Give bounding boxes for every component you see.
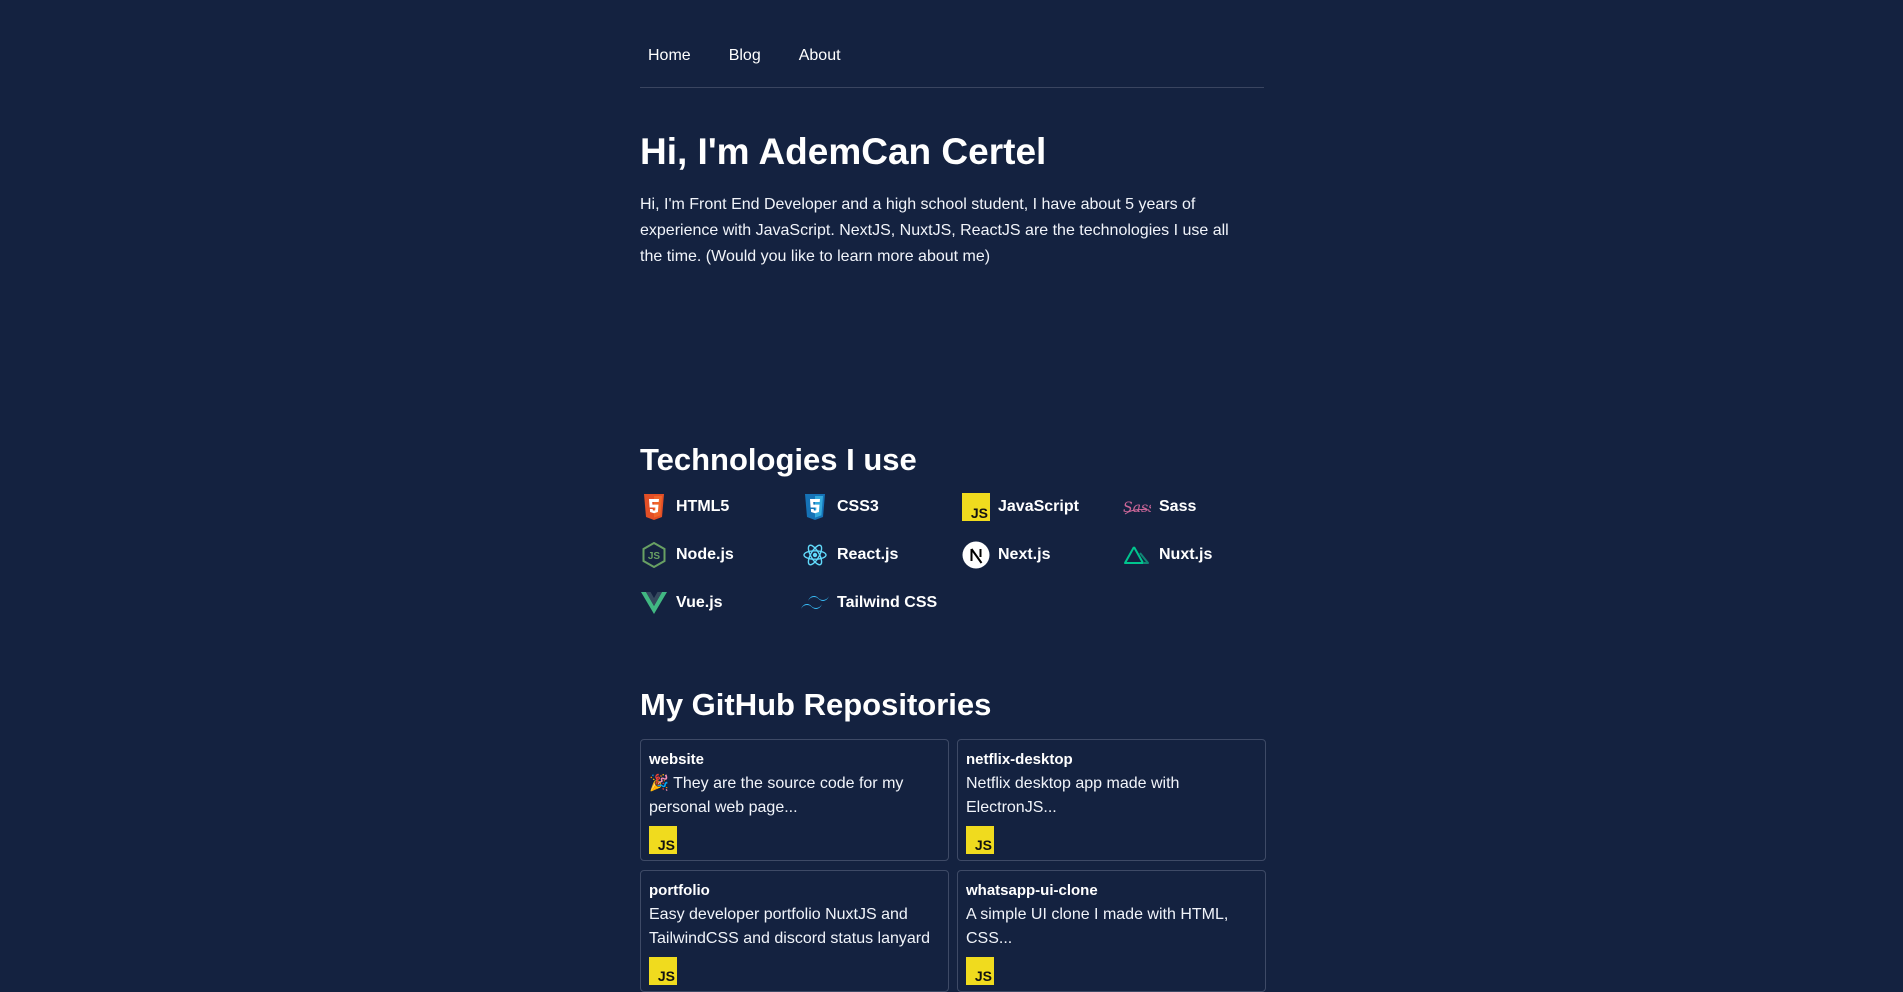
nodejs-icon: JS <box>640 541 668 569</box>
repo-name: netflix-desktop <box>966 751 1073 768</box>
tech-label: Node.js <box>676 545 734 563</box>
tech-label: HTML5 <box>676 497 730 515</box>
tech-item-react: React.js <box>801 540 962 569</box>
svg-text:Sass: Sass <box>1123 500 1151 516</box>
tech-label: React.js <box>837 545 899 563</box>
tech-label: JavaScript <box>998 497 1079 515</box>
tech-label: Vue.js <box>676 593 723 611</box>
repo-name: website <box>649 751 705 768</box>
vuejs-icon <box>640 589 668 617</box>
tech-item-tailwind: Tailwind CSS <box>801 588 962 617</box>
repo-name: portfolio <box>649 882 710 899</box>
javascript-icon: JS <box>966 826 994 854</box>
svg-text:JS: JS <box>971 505 988 521</box>
tech-item-nodejs: JS Node.js <box>640 540 801 569</box>
nav-link-home[interactable]: Home <box>640 46 699 66</box>
javascript-icon: JS <box>966 957 994 985</box>
repo-description: Netflix desktop app made with ElectronJS… <box>966 775 1180 816</box>
repo-card-portfolio[interactable]: portfolio Easy developer portfolio NuxtJ… <box>640 870 949 992</box>
hero-title: Hi, I'm AdemCan Certel <box>640 131 1047 172</box>
repo-description: A simple UI clone I made with HTML, CSS.… <box>966 906 1229 947</box>
react-icon <box>801 541 829 569</box>
tech-item-nuxtjs: Nuxt.js <box>1123 540 1264 569</box>
css3-icon <box>801 493 829 521</box>
tech-item-css3: CSS3 <box>801 492 962 521</box>
javascript-icon: JS <box>649 826 677 854</box>
tech-label: CSS3 <box>837 497 879 515</box>
nav-link-blog[interactable]: Blog <box>721 46 769 66</box>
tech-label: Tailwind CSS <box>837 593 938 611</box>
tech-item-sass: Sass Sass <box>1123 492 1264 521</box>
repo-name: whatsapp-ui-clone <box>966 882 1098 899</box>
repo-card-netflix-desktop[interactable]: netflix-desktop Netflix desktop app made… <box>957 739 1266 861</box>
hero-description: Hi, I'm Front End Developer and a high s… <box>640 196 1229 265</box>
page-container: Home Blog About Hi, I'm AdemCan Certel H… <box>640 0 1266 992</box>
tech-item-nextjs: Next.js <box>962 540 1123 569</box>
tech-item-html5: HTML5 <box>640 492 801 521</box>
svg-text:JS: JS <box>648 551 661 562</box>
repositories-grid: website 🎉 They are the source code for m… <box>640 739 1266 992</box>
repo-description: 🎉 They are the source code for my person… <box>649 775 904 816</box>
html5-icon <box>640 493 668 521</box>
javascript-icon: JS <box>962 492 990 521</box>
sass-icon: Sass <box>1123 493 1151 521</box>
repo-card-whatsapp-ui-clone[interactable]: whatsapp-ui-clone A simple UI clone I ma… <box>957 870 1266 992</box>
nuxtjs-icon <box>1123 541 1151 569</box>
tech-label: Next.js <box>998 545 1051 563</box>
repositories-title: My GitHub Repositories <box>640 687 992 722</box>
technologies-grid: HTML5 CSS3 JS JavaScript Sas Sass JS Nod… <box>640 492 1264 617</box>
technologies-title: Technologies I use <box>640 442 917 477</box>
tech-item-vuejs: Vue.js <box>640 588 801 617</box>
repo-card-website[interactable]: website 🎉 They are the source code for m… <box>640 739 949 861</box>
nav-link-about[interactable]: About <box>791 46 849 66</box>
tech-label: Sass <box>1159 497 1197 515</box>
top-navigation: Home Blog About <box>640 0 1264 88</box>
nextjs-icon <box>962 541 990 569</box>
repo-description: Easy developer portfolio NuxtJS and Tail… <box>649 906 931 947</box>
tailwind-icon <box>801 589 829 617</box>
javascript-icon: JS <box>649 957 677 985</box>
tech-item-javascript: JS JavaScript <box>962 492 1123 521</box>
tech-label: Nuxt.js <box>1159 545 1213 563</box>
